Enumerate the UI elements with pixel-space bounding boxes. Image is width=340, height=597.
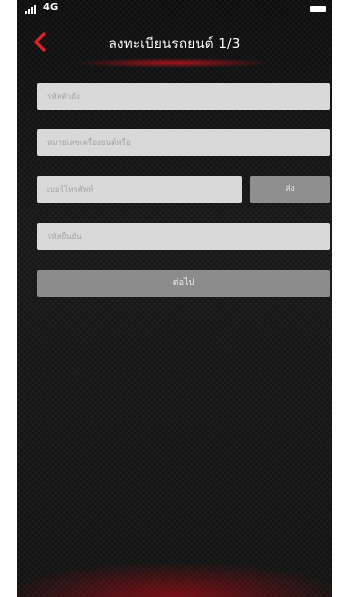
network-type: 4G: [43, 2, 59, 13]
signal-icon: [25, 5, 39, 14]
page-title: ลงทะเบียนรถยนต์ 1/3: [108, 36, 241, 52]
send-button[interactable]: ส่ง: [250, 176, 330, 203]
back-arrow-icon[interactable]: [31, 32, 49, 52]
next-button[interactable]: ต่อไป: [37, 270, 330, 297]
phone-number-input[interactable]: เบอร์โทรศัพท์: [37, 176, 242, 203]
otp-input[interactable]: รหัสยืนยัน: [37, 223, 330, 250]
header-glow: [77, 58, 272, 68]
app-screen: 4G ลงทะเบียนรถยนต์ 1/3 รหัสตัวถัง หมายเล…: [17, 0, 332, 597]
status-bar: 4G: [17, 0, 332, 20]
engine-number-input[interactable]: หมายเลขเครื่องยนต์หรือ: [37, 129, 330, 156]
header: ลงทะเบียนรถยนต์ 1/3: [17, 22, 332, 68]
phone-number-placeholder: เบอร์โทรศัพท์: [47, 185, 94, 194]
engine-number-placeholder: หมายเลขเครื่องยนต์หรือ: [47, 138, 131, 147]
battery-icon: [310, 6, 326, 12]
vehicle-code-input[interactable]: รหัสตัวถัง: [37, 83, 330, 110]
otp-placeholder: รหัสยืนยัน: [47, 232, 82, 241]
vehicle-code-placeholder: รหัสตัวถัง: [47, 92, 80, 101]
